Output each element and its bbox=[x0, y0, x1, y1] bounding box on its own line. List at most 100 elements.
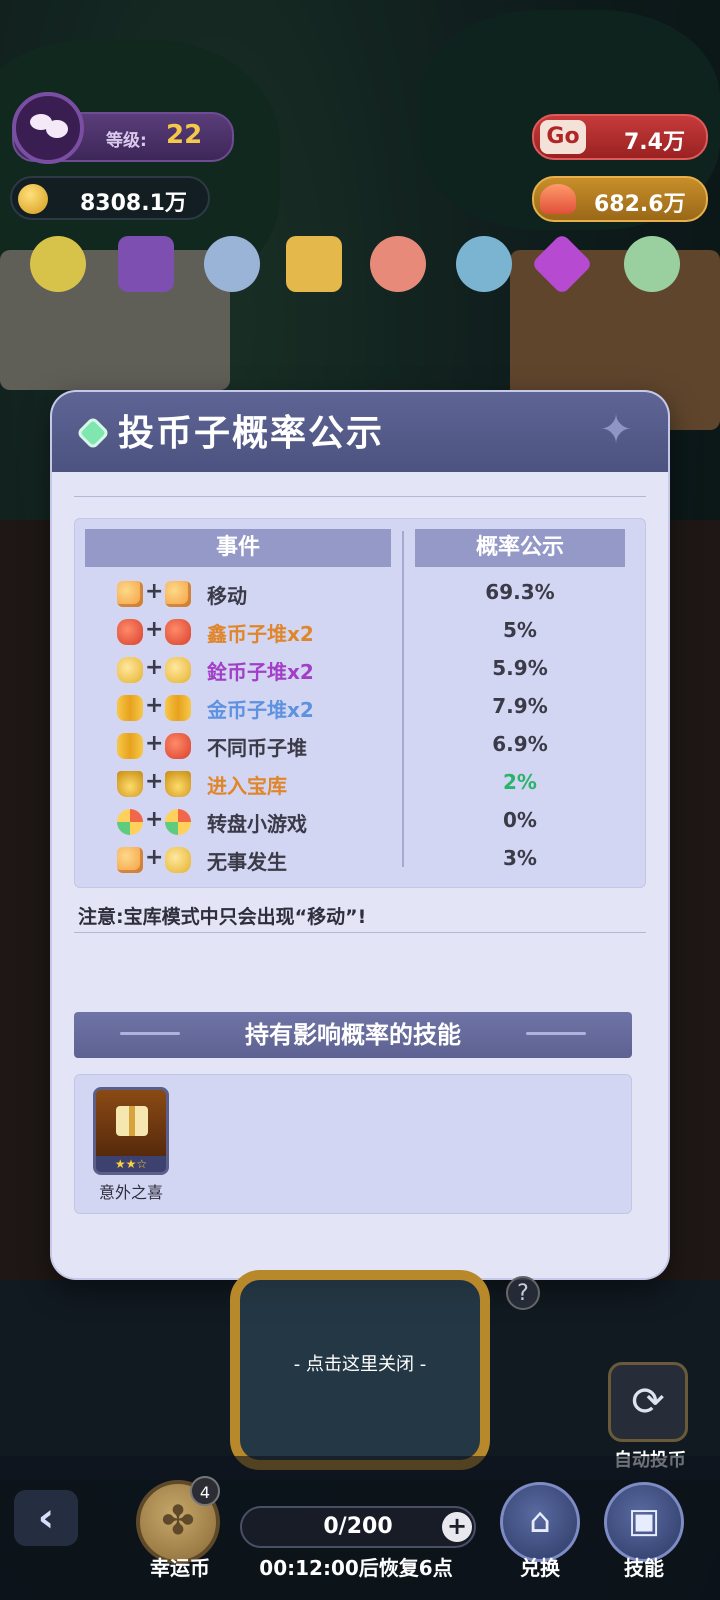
gem-icon bbox=[540, 184, 576, 214]
plus-sign: + bbox=[145, 693, 164, 718]
skills-button[interactable]: ▣ bbox=[604, 1482, 684, 1562]
lucky-coin-badge: 4 bbox=[190, 1476, 220, 1506]
player-avatar[interactable] bbox=[12, 92, 84, 164]
table-row: + 无事发生 3% bbox=[75, 841, 647, 879]
probability-table: 事件 概率公示 + 移动 69.3% + 鑫币子堆x2 5% + 銓币子堆x2 5.9% + 金币子… bbox=[74, 518, 646, 888]
redbag-icon bbox=[117, 619, 143, 645]
plus-sign: + bbox=[145, 845, 164, 870]
energy-value: 0/200 bbox=[323, 1514, 393, 1539]
level-display: 等级: 22 bbox=[12, 92, 234, 164]
cheese-character-icon[interactable] bbox=[286, 236, 342, 292]
redbag-icon bbox=[165, 733, 191, 759]
event-probability: 2% bbox=[503, 770, 537, 794]
skill-card[interactable]: ★★☆ bbox=[93, 1087, 169, 1175]
coins-icon bbox=[165, 695, 191, 721]
level-label: 等级: bbox=[106, 131, 147, 151]
skills-list: ★★☆ 意外之喜 bbox=[74, 1074, 632, 1214]
plus-sign: + bbox=[145, 617, 164, 642]
event-label: 金币子堆x2 bbox=[207, 698, 314, 722]
table-row: + 转盘小游戏 0% bbox=[75, 803, 647, 841]
add-energy-button[interactable]: + bbox=[442, 1512, 472, 1542]
go-counter[interactable]: Go 7.4万 bbox=[532, 114, 708, 160]
event-label: 进入宝库 bbox=[207, 774, 287, 798]
book-character-icon[interactable] bbox=[118, 236, 174, 292]
plus-sign: + bbox=[145, 579, 164, 604]
clover-icon: ✤ bbox=[161, 1498, 195, 1544]
panel-title: 投币子概率公示 bbox=[118, 413, 385, 454]
panel-header: 投币子概率公示 ✦ bbox=[52, 392, 668, 472]
event-probability: 5% bbox=[503, 618, 537, 642]
skill-name: 意外之喜 bbox=[98, 1183, 163, 1202]
event-probability: 69.3% bbox=[485, 580, 555, 604]
event-label: 鑫币子堆x2 bbox=[207, 622, 314, 646]
bird-character-icon[interactable] bbox=[30, 236, 86, 292]
plus-sign: + bbox=[145, 769, 164, 794]
plus-sign: + bbox=[145, 655, 164, 680]
owl-character-icon[interactable] bbox=[624, 236, 680, 292]
plus-icon: + bbox=[446, 1512, 468, 1540]
event-label: 移动 bbox=[207, 584, 247, 608]
panel-body: 事件 概率公示 + 移动 69.3% + 鑫币子堆x2 5% + 銓币子堆x2 5.9% + 金币子… bbox=[52, 472, 668, 1278]
skill-stars: ★★☆ bbox=[96, 1156, 166, 1172]
event-label: 不同币子堆 bbox=[207, 736, 307, 760]
event-probability: 5.9% bbox=[492, 656, 548, 680]
coin-counter[interactable]: 8308.1万 bbox=[10, 176, 210, 220]
goldbag-icon bbox=[117, 657, 143, 683]
skills-section-title: 持有影响概率的技能 bbox=[245, 1021, 461, 1049]
table-row: + 不同币子堆 6.9% bbox=[75, 727, 647, 765]
lucky-coin-label: 幸运币 bbox=[150, 1556, 210, 1580]
go-icon: Go bbox=[540, 120, 586, 154]
coins-icon bbox=[117, 695, 143, 721]
energy-bar: 0/200 bbox=[240, 1506, 476, 1548]
event-probability: 3% bbox=[503, 846, 537, 870]
dice-icon bbox=[165, 581, 191, 607]
pig-character-icon[interactable] bbox=[370, 236, 426, 292]
auto-coin-button[interactable]: ⟳ bbox=[608, 1362, 688, 1442]
column-header-event: 事件 bbox=[85, 529, 391, 567]
wheel-icon bbox=[117, 809, 143, 835]
gem-counter[interactable]: 682.6万 bbox=[532, 176, 708, 222]
skills-section-header: 持有影响概率的技能 bbox=[74, 1012, 632, 1058]
table-row: + 进入宝库 2% bbox=[75, 765, 647, 803]
go-value: 7.4万 bbox=[624, 130, 685, 155]
exchange-icon: ⌂ bbox=[529, 1501, 551, 1541]
ornament-left bbox=[120, 1032, 180, 1035]
back-button[interactable]: ‹ bbox=[14, 1490, 78, 1546]
plus-sign: + bbox=[145, 807, 164, 832]
exchange-label: 兑换 bbox=[520, 1556, 560, 1580]
ornament-right bbox=[526, 1032, 586, 1035]
gift-box-icon bbox=[116, 1106, 148, 1136]
exchange-button[interactable]: ⌂ bbox=[500, 1482, 580, 1562]
coin-value: 8308.1万 bbox=[80, 191, 187, 216]
table-row: + 銓币子堆x2 5.9% bbox=[75, 651, 647, 689]
divider bbox=[74, 496, 646, 497]
divider bbox=[74, 932, 646, 933]
event-label: 转盘小游戏 bbox=[207, 812, 307, 836]
goldbag-icon bbox=[165, 657, 191, 683]
pufferfish-character-icon[interactable] bbox=[456, 236, 512, 292]
event-probability: 7.9% bbox=[492, 694, 548, 718]
event-label: 无事发生 bbox=[207, 850, 287, 874]
column-header-probability: 概率公示 bbox=[415, 529, 625, 567]
penguin-character-icon[interactable] bbox=[204, 236, 260, 292]
event-probability: 0% bbox=[503, 808, 537, 832]
redbag-icon bbox=[165, 619, 191, 645]
game-screen: 等级: 22 8308.1万 Go 7.4万 682.6万 投币子概率公示 ✦ … bbox=[0, 0, 720, 1600]
gem-value: 682.6万 bbox=[594, 192, 686, 217]
coins-icon bbox=[117, 733, 143, 759]
coin-icon bbox=[18, 184, 48, 214]
table-row: + 鑫币子堆x2 5% bbox=[75, 613, 647, 651]
probability-panel: 投币子概率公示 ✦ 事件 概率公示 + 移动 69.3% + 鑫币子堆x2 5% + 銓币子堆… bbox=[52, 392, 668, 1278]
crown-icon bbox=[117, 771, 143, 797]
level-value: 22 bbox=[166, 120, 203, 150]
energy-timer: 00:12:00后恢复6点 bbox=[259, 1556, 453, 1580]
help-icon[interactable]: ? bbox=[506, 1276, 540, 1310]
table-row: + 移动 69.3% bbox=[75, 575, 647, 613]
goldbag-icon bbox=[165, 847, 191, 873]
plus-sign: + bbox=[145, 731, 164, 756]
back-arrow-icon: ‹ bbox=[37, 1495, 55, 1541]
skills-label: 技能 bbox=[624, 1556, 664, 1580]
skill-book-icon: ▣ bbox=[627, 1501, 661, 1541]
star-decoration-icon: ✦ bbox=[599, 407, 633, 453]
refresh-cycle-icon: ⟳ bbox=[631, 1379, 665, 1425]
